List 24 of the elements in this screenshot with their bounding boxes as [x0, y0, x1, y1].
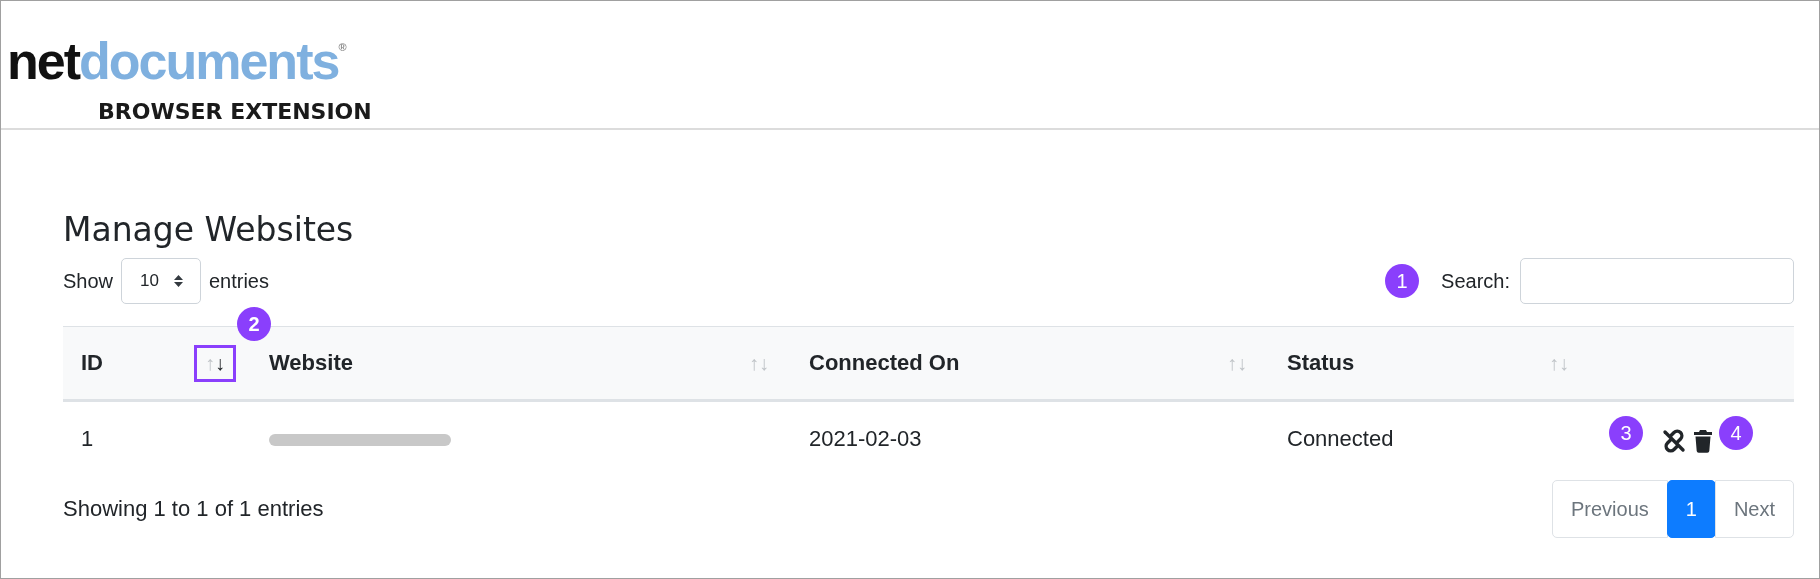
page-title: Manage Websites	[63, 210, 354, 250]
table-cell: 2021-02-03	[809, 426, 922, 451]
search-label: Search:	[1441, 269, 1510, 293]
page-button[interactable]: 1	[1666, 480, 1716, 538]
callout-badge: 3	[1609, 416, 1643, 450]
logo: netdocuments$^{®}$	[7, 31, 347, 85]
entries-select[interactable]: 10	[121, 258, 201, 304]
table-cell: 1	[81, 426, 94, 451]
callout-badge: 4	[1719, 416, 1753, 450]
trash-icon[interactable]	[1693, 429, 1713, 453]
broken-link-icon[interactable]	[1661, 428, 1687, 454]
callout-badge: 2	[237, 307, 271, 341]
entries-info: Showing 1 to 1 of 1 entries	[63, 496, 324, 522]
table-cell: Connected	[1287, 426, 1394, 451]
column-header[interactable]: Connected On	[809, 350, 960, 376]
column-header[interactable]: Status	[1287, 350, 1355, 376]
callout-badge: 1	[1385, 264, 1420, 298]
show-label: Show	[63, 269, 114, 293]
search-field[interactable]	[1520, 258, 1794, 304]
entries-label: entries	[208, 269, 269, 293]
column-header[interactable]: ID	[81, 350, 103, 376]
sort-caret-icon	[172, 274, 184, 288]
product-subtitle: BROWSER EXTENSION	[98, 99, 372, 124]
column-header[interactable]: Website	[269, 350, 353, 376]
